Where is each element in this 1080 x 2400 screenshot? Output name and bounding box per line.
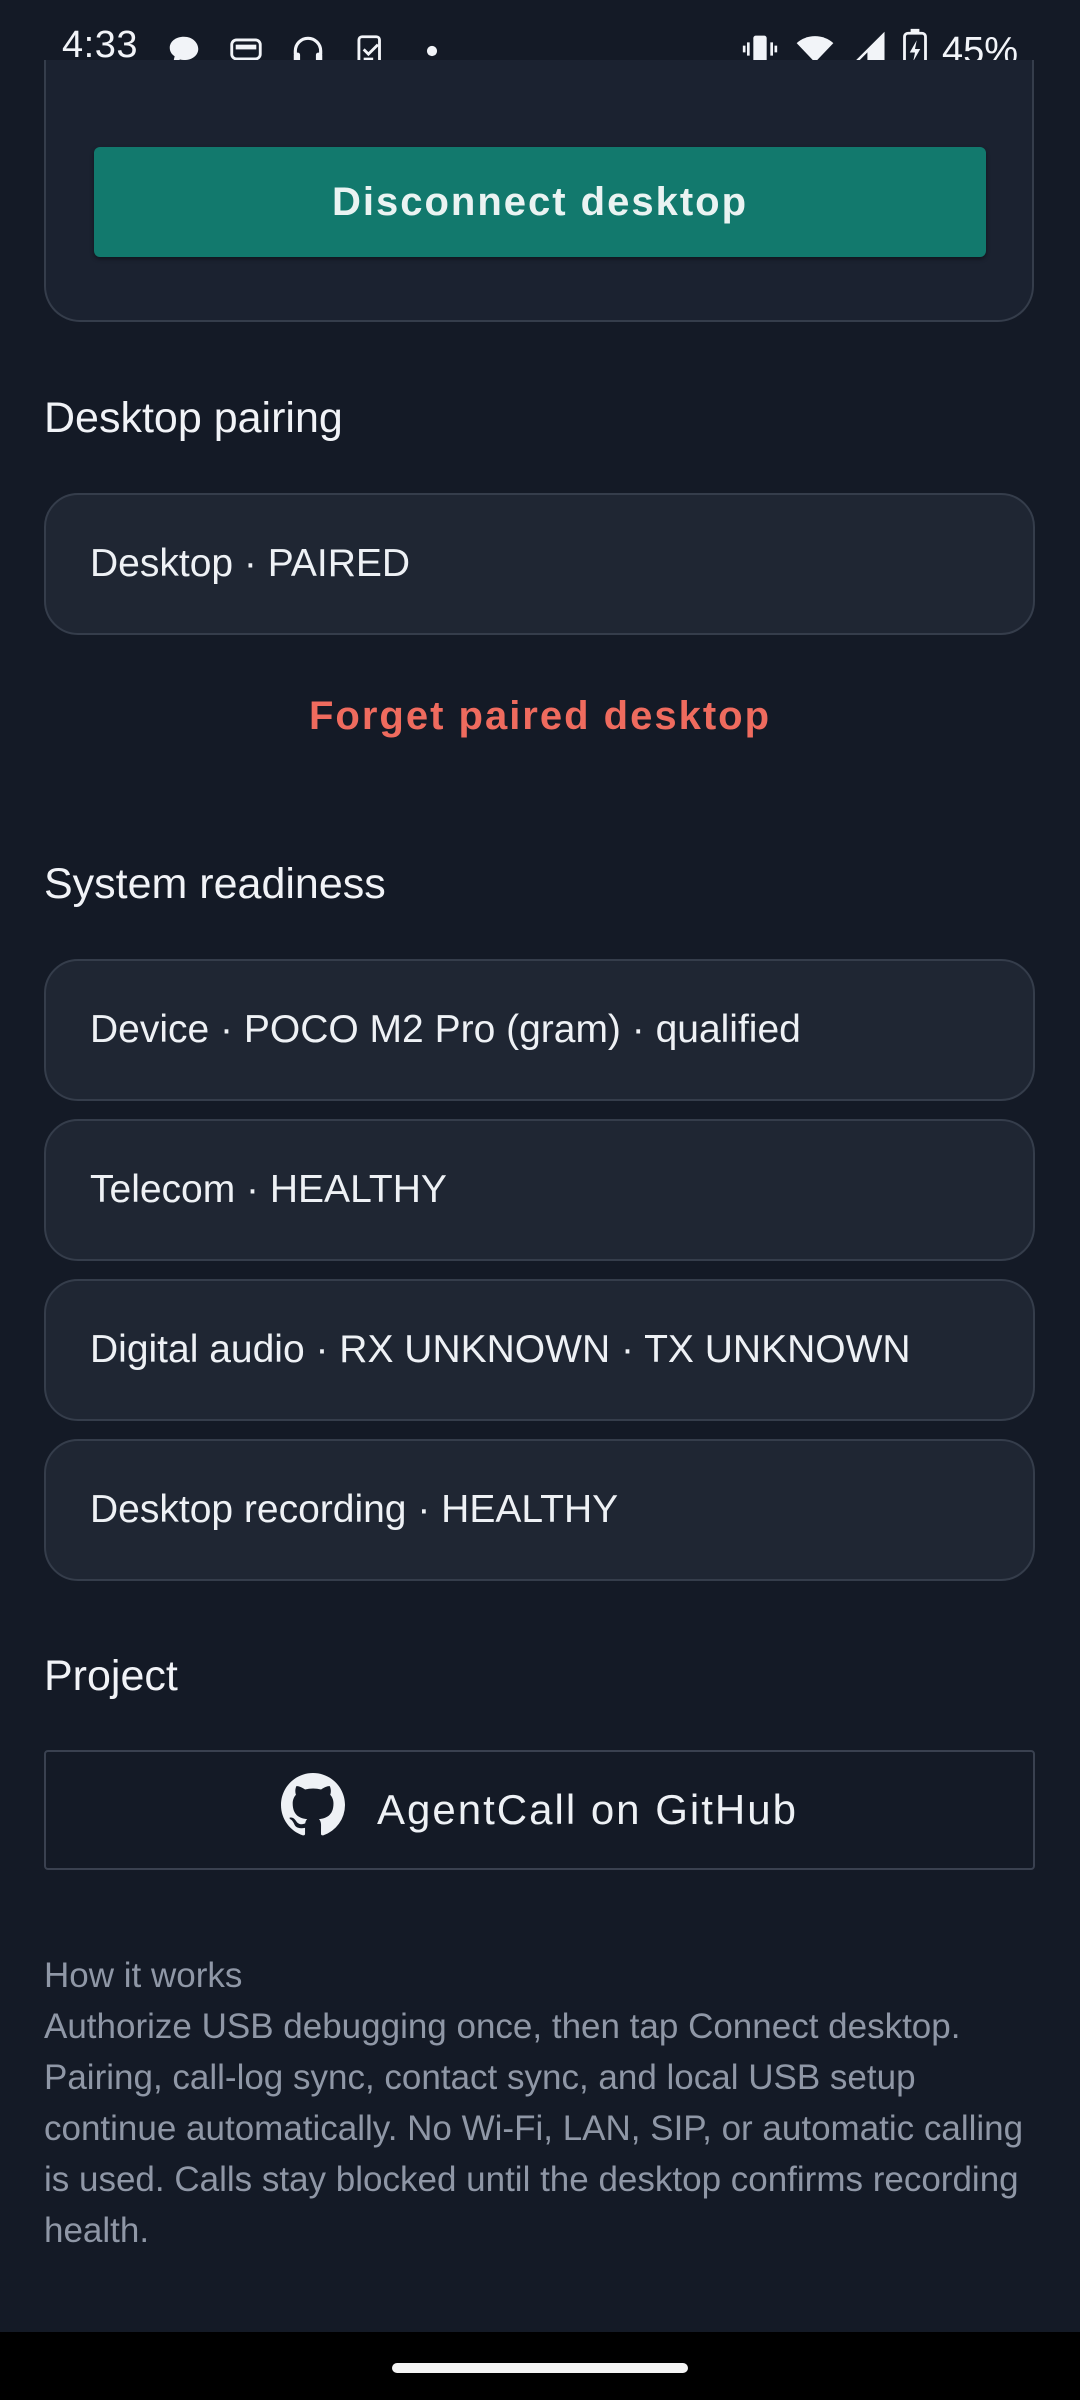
pairing-status-card: Desktop · PAIRED — [44, 493, 1035, 635]
home-gesture-handle[interactable] — [392, 2363, 688, 2373]
github-button-label: AgentCall on GitHub — [377, 1786, 798, 1833]
how-it-works-body: Authorize USB debugging once, then tap C… — [44, 2007, 1024, 2250]
readiness-item-digital-audio: Digital audio · RX UNKNOWN · TX UNKNOWN — [44, 1279, 1035, 1421]
pairing-status-text: Desktop · PAIRED — [90, 542, 411, 585]
readiness-item-label: Digital audio · RX UNKNOWN · TX UNKNOWN — [90, 1328, 911, 1371]
readiness-item-device: Device · POCO M2 Pro (gram) · qualified — [44, 959, 1035, 1101]
github-button[interactable]: AgentCall on GitHub — [44, 1750, 1035, 1870]
disconnect-desktop-button[interactable]: Disconnect desktop — [94, 147, 986, 257]
how-it-works-heading: How it works — [44, 1956, 243, 1995]
readiness-item-label: Desktop recording · HEALTHY — [90, 1488, 619, 1531]
readiness-item-label: Telecom · HEALTHY — [90, 1168, 447, 1211]
readiness-item-desktop-recording: Desktop recording · HEALTHY — [44, 1439, 1035, 1581]
forget-paired-desktop-button[interactable]: Forget paired desktop — [0, 694, 1080, 739]
system-readiness-title: System readiness — [44, 860, 386, 908]
readiness-item-telecom: Telecom · HEALTHY — [44, 1119, 1035, 1261]
how-it-works: How it works Authorize USB debugging onc… — [44, 1950, 1034, 2256]
github-icon — [281, 1773, 346, 1847]
desktop-pairing-title: Desktop pairing — [44, 394, 343, 442]
readiness-item-label: Device · POCO M2 Pro (gram) · qualified — [90, 1008, 801, 1051]
project-title: Project — [44, 1652, 178, 1700]
